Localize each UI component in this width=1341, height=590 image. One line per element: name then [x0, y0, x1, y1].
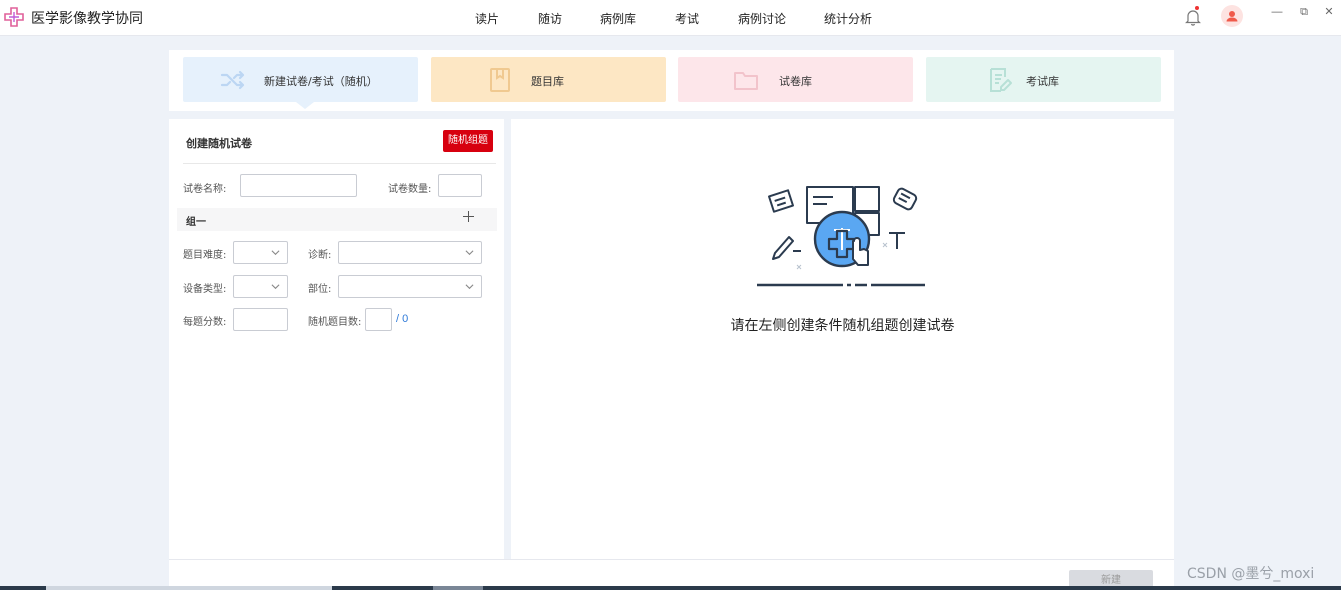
card-label: 题目库	[531, 75, 564, 88]
watermark: CSDN @墨兮_moxi	[1187, 566, 1315, 582]
taskbar-segment	[433, 586, 483, 590]
avatar[interactable]	[1221, 5, 1243, 27]
body-part-select[interactable]	[338, 275, 482, 298]
body-part-label: 部位:	[308, 284, 332, 295]
chevron-down-icon	[465, 284, 474, 290]
score-input[interactable]	[233, 308, 288, 331]
form-title: 创建随机试卷	[186, 137, 252, 150]
diagnosis-select[interactable]	[338, 241, 482, 264]
card-new-random-exam[interactable]: 新建试卷/考试（随机）	[183, 57, 418, 102]
user-icon	[1226, 11, 1238, 22]
random-count-label: 随机题目数:	[308, 317, 362, 328]
nav-item-statistics[interactable]: 统计分析	[824, 10, 872, 27]
paper-count-label: 试卷数量:	[388, 184, 432, 195]
group-header: 组一	[177, 208, 497, 231]
plus-icon	[463, 211, 474, 222]
taskbar-segment	[46, 586, 332, 590]
device-type-label: 设备类型:	[183, 284, 227, 295]
difficulty-select[interactable]	[233, 241, 288, 264]
minimize-button[interactable]: —	[1270, 5, 1284, 19]
create-paper-illustration-icon	[757, 186, 925, 287]
top-bar: 医学影像教学协同 读片 随访 病例库 考试 病例讨论 统计分析 — ⧉ ✕	[0, 0, 1341, 36]
shuffle-icon	[220, 70, 245, 90]
notification-dot	[1195, 6, 1199, 10]
random-compose-button[interactable]: 随机组题	[443, 130, 493, 152]
paper-name-label: 试卷名称:	[183, 184, 227, 195]
edit-document-icon	[990, 68, 1012, 92]
restore-button[interactable]: ⧉	[1297, 5, 1311, 19]
difficulty-label: 题目难度:	[183, 250, 227, 261]
diagnosis-label: 诊断:	[308, 250, 332, 261]
chevron-down-icon	[465, 250, 474, 256]
random-paper-form: 创建随机试卷 随机组题 试卷名称: 试卷数量: 组一 题目难度: 诊断: 设备类…	[169, 119, 504, 559]
paper-count-input[interactable]	[438, 174, 482, 197]
group-label: 组一	[186, 217, 206, 228]
nav-item-case-library[interactable]: 病例库	[600, 10, 636, 27]
add-group-button[interactable]	[463, 210, 474, 226]
folder-icon	[734, 72, 758, 90]
nav-item-exam[interactable]: 考试	[675, 10, 699, 27]
active-card-pointer	[296, 102, 314, 109]
quick-actions-panel: 新建试卷/考试（随机） 题目库 试卷库 考试库	[169, 50, 1174, 111]
card-label: 试卷库	[779, 75, 812, 88]
score-label: 每题分数:	[183, 317, 227, 328]
card-paper-bank[interactable]: 试卷库	[678, 57, 913, 102]
app-title: 医学影像教学协同	[31, 11, 143, 27]
close-button[interactable]: ✕	[1322, 5, 1336, 19]
app-logo-icon	[4, 7, 24, 27]
card-exam-bank[interactable]: 考试库	[926, 57, 1161, 102]
paper-name-input[interactable]	[240, 174, 357, 197]
random-count-input[interactable]	[365, 308, 392, 331]
card-label: 考试库	[1026, 75, 1059, 88]
random-count-total: / 0	[396, 313, 409, 325]
bookmark-icon	[490, 68, 510, 92]
card-question-bank[interactable]: 题目库	[431, 57, 666, 102]
paper-preview-panel: 请在左侧创建条件随机组题创建试卷	[511, 119, 1174, 559]
chevron-down-icon	[271, 250, 280, 256]
chevron-down-icon	[271, 284, 280, 290]
nav-item-follow-up[interactable]: 随访	[538, 10, 562, 27]
empty-state-message: 请在左侧创建条件随机组题创建试卷	[730, 318, 955, 334]
divider	[183, 163, 496, 164]
card-label: 新建试卷/考试（随机）	[264, 75, 378, 88]
bell-icon[interactable]	[1185, 8, 1201, 26]
device-type-select[interactable]	[233, 275, 288, 298]
nav-item-case-discussion[interactable]: 病例讨论	[738, 10, 786, 27]
nav-item-read-film[interactable]: 读片	[475, 10, 499, 27]
